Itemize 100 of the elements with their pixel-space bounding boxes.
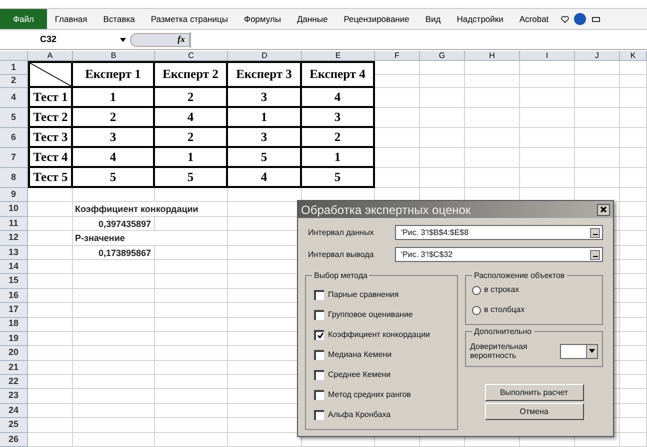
grid-cell bbox=[620, 148, 647, 168]
grid-cell bbox=[420, 74, 465, 88]
checkbox[interactable] bbox=[314, 410, 324, 420]
grid-cell bbox=[620, 128, 647, 148]
row-number[interactable]: 6 bbox=[10, 130, 16, 144]
checkbox-label: Парные сравнения bbox=[328, 288, 399, 300]
dialog-button[interactable]: Отмена bbox=[484, 403, 584, 420]
ribbon-tab[interactable]: Вид bbox=[417, 9, 449, 29]
grid-cell bbox=[620, 188, 647, 202]
checkbox-label: Коэффициент конкордации bbox=[328, 328, 430, 340]
ribbon-tab[interactable]: Формулы bbox=[236, 9, 289, 29]
column-header[interactable]: G bbox=[420, 51, 465, 61]
label-cell-text: Р-значение bbox=[75, 232, 125, 246]
grid-cell bbox=[620, 231, 647, 246]
grid-cell bbox=[620, 216, 647, 232]
ribbon-tab[interactable]: Рецензирование bbox=[336, 9, 418, 29]
column-header[interactable]: I bbox=[520, 51, 575, 61]
dropdown-icon[interactable] bbox=[120, 38, 126, 42]
checkbox[interactable] bbox=[314, 290, 324, 300]
row-number[interactable]: 9 bbox=[10, 188, 16, 202]
confidence-dropdown[interactable] bbox=[560, 344, 598, 358]
ribbon-tab[interactable]: Данные bbox=[288, 9, 336, 29]
radio-label: в столбцах bbox=[484, 304, 525, 316]
grid-cell bbox=[575, 148, 620, 168]
table-header-cell: Експерт 2 bbox=[155, 61, 228, 88]
row-number[interactable]: 8 bbox=[10, 170, 16, 184]
grid-cell bbox=[375, 88, 420, 108]
table-cell: 4 bbox=[228, 168, 302, 188]
grid-cell bbox=[575, 88, 620, 108]
grid-cell bbox=[620, 346, 647, 361]
dropdown-button[interactable] bbox=[586, 344, 597, 358]
column-header[interactable]: H bbox=[465, 51, 520, 61]
column-header[interactable]: C bbox=[155, 51, 228, 61]
heart-icon[interactable] bbox=[560, 16, 569, 22]
field-label: Интервал вывода bbox=[308, 248, 375, 260]
table-cell: 4 bbox=[73, 148, 155, 168]
column-header[interactable]: J bbox=[575, 51, 620, 61]
table-cell: 3 bbox=[73, 128, 155, 148]
grid-cell bbox=[28, 303, 73, 318]
caret-icon bbox=[589, 349, 595, 353]
table-row-label: Тест 3 bbox=[28, 128, 73, 148]
row-number[interactable]: 2 bbox=[10, 74, 16, 88]
grid-cell bbox=[575, 61, 620, 74]
grid-cell bbox=[620, 260, 647, 274]
grid-cell bbox=[620, 332, 647, 346]
grid-cell bbox=[520, 148, 575, 168]
table-row-label: Тест 5 bbox=[28, 168, 73, 188]
row-number[interactable]: 5 bbox=[10, 110, 16, 124]
column-header[interactable]: A bbox=[28, 51, 73, 61]
insert-function-button[interactable]: fx bbox=[178, 32, 185, 46]
ribbon-tab[interactable]: Acrobat bbox=[511, 9, 557, 29]
checkbox[interactable] bbox=[314, 310, 324, 320]
range-field[interactable]: 'Рис. 3'!$C$32 bbox=[395, 247, 603, 262]
column-header[interactable]: K bbox=[620, 51, 647, 61]
table-cell: 3 bbox=[228, 88, 302, 108]
grid-cell bbox=[28, 288, 73, 304]
dialog-button[interactable]: Выполнить расчет bbox=[484, 384, 584, 401]
grid-cell bbox=[28, 332, 73, 346]
file-tab[interactable]: Файл bbox=[0, 9, 47, 29]
collapse-icon[interactable] bbox=[590, 250, 600, 260]
name-box[interactable]: C32 bbox=[0, 32, 120, 48]
grid-cell bbox=[620, 288, 647, 304]
help-icon[interactable] bbox=[574, 13, 586, 25]
table-cell: 4 bbox=[302, 88, 375, 108]
radio-button[interactable] bbox=[472, 286, 481, 294]
table-cell: 1 bbox=[73, 88, 155, 108]
checkbox[interactable] bbox=[314, 330, 324, 340]
checkbox[interactable] bbox=[314, 350, 324, 360]
row-number[interactable]: 7 bbox=[10, 150, 16, 164]
collapse-icon[interactable] bbox=[590, 228, 600, 238]
radio-button[interactable] bbox=[472, 306, 481, 314]
grid-cell bbox=[520, 88, 575, 108]
ribbon-tab[interactable]: Надстройки bbox=[448, 9, 512, 29]
column-header[interactable]: E bbox=[302, 51, 375, 61]
table-cell: 5 bbox=[73, 168, 155, 188]
column-header[interactable]: F bbox=[375, 51, 420, 61]
checkbox-label: Групповое оценивание bbox=[328, 308, 413, 320]
checkbox[interactable] bbox=[314, 370, 324, 380]
grid-cell bbox=[520, 108, 575, 128]
grid-cell bbox=[620, 246, 647, 260]
close-button[interactable] bbox=[597, 204, 610, 216]
dialog-title: Обработка экспертных оценок bbox=[301, 202, 471, 218]
row-number[interactable]: 4 bbox=[10, 90, 16, 104]
grid-cell bbox=[28, 418, 73, 433]
checkbox-label: Среднее Кемени bbox=[328, 368, 391, 380]
range-field[interactable]: 'Рис. 3'!$B$4:$E$8 bbox=[395, 225, 603, 240]
column-header[interactable]: D bbox=[228, 51, 302, 61]
checkbox-label: Альфа Кронбаха bbox=[328, 408, 391, 420]
checkbox[interactable] bbox=[314, 390, 324, 400]
grid-cell bbox=[28, 346, 73, 361]
grid-cell bbox=[575, 108, 620, 128]
value-cell-text: 0,397435897 bbox=[98, 218, 151, 231]
table-header-cell: Експерт 1 bbox=[73, 61, 155, 88]
ribbon-tab[interactable]: Вставка bbox=[95, 9, 143, 29]
ribbon-tab[interactable]: Разметка страницы bbox=[142, 9, 236, 29]
ribbon-tab[interactable]: Главная bbox=[46, 9, 96, 29]
column-header[interactable]: B bbox=[73, 51, 155, 61]
grid-cell bbox=[520, 74, 575, 88]
minimize-icon[interactable] bbox=[592, 16, 600, 22]
row-number[interactable]: 1 bbox=[10, 60, 16, 74]
